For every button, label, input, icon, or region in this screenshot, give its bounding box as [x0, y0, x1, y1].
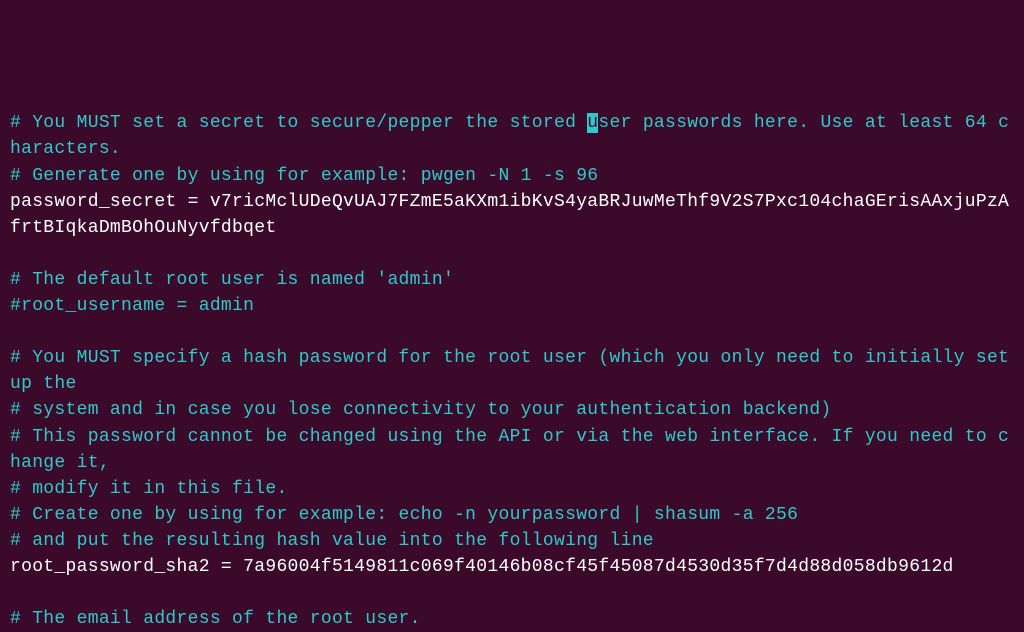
comment-hash-password-3: # This password cannot be changed using … — [10, 427, 1009, 473]
comment-hash-password-4: # modify it in this file. — [10, 479, 288, 499]
comment-root-username: #root_username = admin — [10, 296, 254, 316]
comment-default-root-user: # The default root user is named 'admin' — [10, 270, 454, 290]
config-password-secret: password_secret = v7ricMclUDeQvUAJ7FZmE5… — [10, 192, 1009, 238]
text-cursor: u — [587, 113, 598, 133]
comment-generate-pwgen: # Generate one by using for example: pwg… — [10, 166, 598, 186]
comment-hash-password-2: # system and in case you lose connectivi… — [10, 400, 832, 420]
comment-create-shasum: # Create one by using for example: echo … — [10, 505, 798, 525]
comment-secret-pepper-part1: # You MUST set a secret to secure/pepper… — [10, 113, 587, 133]
comment-email-root-user: # The email address of the root user. — [10, 609, 421, 629]
config-root-password-sha2: root_password_sha2 = 7a96004f5149811c069… — [10, 557, 954, 577]
comment-put-hash: # and put the resulting hash value into … — [10, 531, 654, 551]
comment-hash-password-1: # You MUST specify a hash password for t… — [10, 348, 1020, 394]
